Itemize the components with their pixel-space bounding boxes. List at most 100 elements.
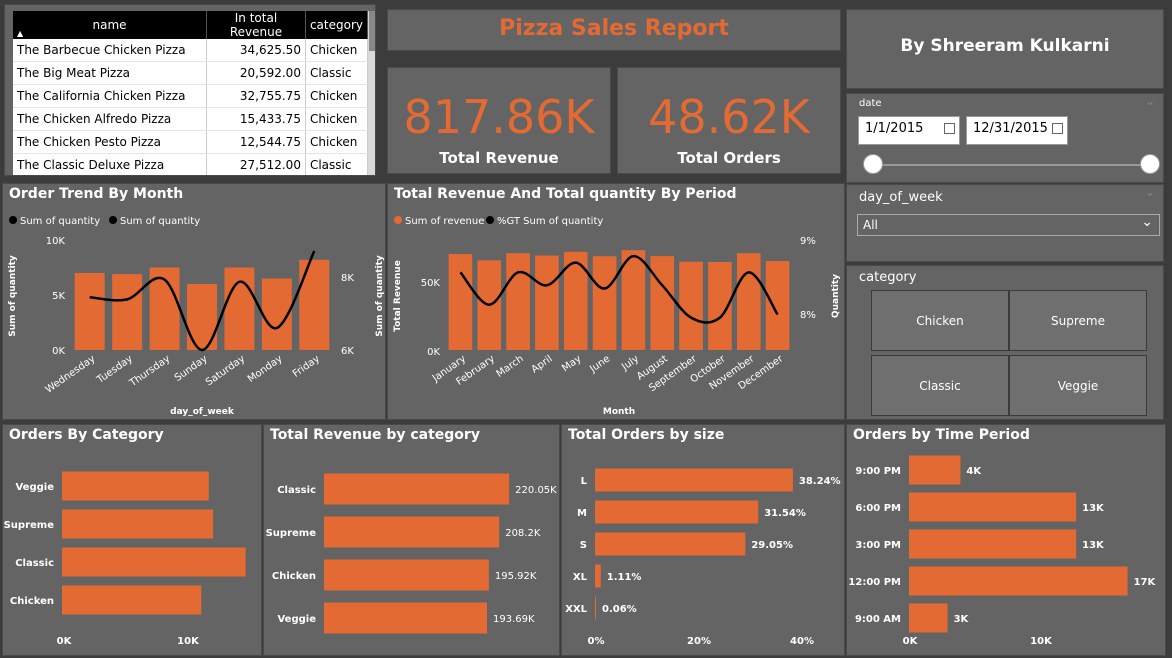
table-row[interactable]: The Barbecue Chicken Pizza 34,625.50 Chick… xyxy=(13,39,368,62)
order-trend-chart: Order Trend By Month Sum of quantity Sum … xyxy=(2,183,386,420)
orders-by-category-chart: Orders By Category Veggie Supreme Classic C… xyxy=(2,424,262,656)
cell-category: Classic xyxy=(305,153,368,175)
cell-revenue: 20,592.00 xyxy=(206,61,306,85)
date-range-start-handle[interactable] xyxy=(863,154,883,174)
calendar-icon[interactable] xyxy=(944,123,955,134)
x-tick-label: 0K xyxy=(57,636,73,647)
chevron-down-icon[interactable]: ⌄ xyxy=(1141,214,1153,230)
legend-marker xyxy=(109,216,117,224)
x-tick-label: May xyxy=(560,353,583,374)
bar xyxy=(62,547,246,577)
table-row[interactable]: The Chicken Alfredo Pizza 15,433.75 Chicke… xyxy=(13,107,368,131)
y2-tick-label: 9% xyxy=(800,236,816,247)
bar xyxy=(679,261,703,350)
data-label: 220.05K xyxy=(515,485,557,496)
pizza-revenue-table[interactable]: name ▲ In total Revenue category The Bar… xyxy=(13,11,368,175)
category-label: Classic xyxy=(277,485,316,496)
legend-marker xyxy=(394,216,402,224)
x-tick-label: June xyxy=(587,353,612,375)
data-label: 13K xyxy=(1082,540,1105,551)
bar xyxy=(909,603,948,633)
kpi-revenue-card: 817.86K Total Revenue xyxy=(387,67,611,174)
category-label: Veggie xyxy=(277,614,316,625)
category-button-veggie[interactable]: Veggie xyxy=(1009,355,1147,416)
orders-by-time-chart: Orders by Time Period 9:00 PM 4K 6:00 PM 13… xyxy=(846,424,1166,656)
y2-tick-label: 8% xyxy=(800,310,816,321)
bar xyxy=(324,516,500,548)
x-tick-label: Saturday xyxy=(204,353,247,388)
cell-name: The California Chicken Pizza xyxy=(13,84,207,108)
date-range-track[interactable] xyxy=(873,164,1151,166)
bar xyxy=(324,602,488,634)
dow-slicer-label: day_of_week xyxy=(859,190,943,205)
table-scrollbar[interactable] xyxy=(368,11,375,175)
cell-name: The Chicken Alfredo Pizza xyxy=(13,107,207,131)
y-axis-title: Total Revenue xyxy=(393,260,403,332)
legend-label: Sum of revenue xyxy=(405,216,484,227)
x-tick-label: 0% xyxy=(588,636,605,647)
category-label: M xyxy=(577,508,587,519)
x-tick-label: 40% xyxy=(790,636,814,647)
category-label: Veggie xyxy=(15,482,54,493)
date-slicer: date ⌄ 1/1/2015 12/31/2015 xyxy=(846,93,1164,183)
category-label: 9:00 PM xyxy=(855,466,901,477)
pizza-table-panel: name ▲ In total Revenue category The Bar… xyxy=(4,4,376,176)
date-range-end-handle[interactable] xyxy=(1140,154,1160,174)
table-row[interactable]: The Classic Deluxe Pizza 27,512.00 Classic xyxy=(13,153,368,175)
start-date-input[interactable]: 1/1/2015 xyxy=(858,116,960,145)
category-label: 9:00 AM xyxy=(855,614,901,625)
legend-marker xyxy=(9,216,17,224)
cell-revenue: 27,512.00 xyxy=(206,153,306,175)
x-tick-label: 0K xyxy=(903,636,919,647)
column-header-name[interactable]: name ▲ xyxy=(13,11,207,39)
scrollbar-thumb[interactable] xyxy=(369,11,375,51)
legend-marker xyxy=(486,216,494,224)
cell-name: The Big Meat Pizza xyxy=(13,61,207,85)
data-label: 193.69K xyxy=(493,614,535,625)
category-label: Chicken xyxy=(10,596,54,607)
data-label: 4K xyxy=(966,466,982,477)
dow-dropdown[interactable]: All ⌄ xyxy=(857,214,1160,236)
chevron-down-icon[interactable]: ⌄ xyxy=(1145,94,1155,108)
category-button-chicken[interactable]: Chicken xyxy=(871,290,1009,351)
bar xyxy=(595,564,601,588)
author-name: By Shreeram Kulkarni xyxy=(900,36,1110,56)
category-button-classic[interactable]: Classic xyxy=(871,355,1009,416)
bar xyxy=(909,455,961,485)
bar xyxy=(765,261,790,350)
bar xyxy=(506,253,530,350)
category-label: Supreme xyxy=(266,528,317,539)
kpi-orders-label: Total Orders xyxy=(677,149,781,167)
table-row[interactable]: The California Chicken Pizza 32,755.75 Chi… xyxy=(13,84,368,108)
calendar-icon[interactable] xyxy=(1052,123,1063,134)
data-label: 0.06% xyxy=(602,604,637,615)
bar xyxy=(62,585,202,615)
column-header-revenue[interactable]: In total Revenue xyxy=(206,11,306,39)
category-button-supreme[interactable]: Supreme xyxy=(1009,290,1147,351)
bar xyxy=(909,566,1128,596)
column-header-category[interactable]: category xyxy=(305,11,368,39)
bar xyxy=(324,473,510,505)
chevron-down-icon[interactable]: ⌄ xyxy=(1145,185,1155,199)
cell-revenue: 32,755.75 xyxy=(206,84,306,108)
x-tick-label: Wednesday xyxy=(44,353,98,395)
category-slicer-label: category xyxy=(859,270,917,285)
x-tick-label: April xyxy=(530,353,555,375)
y2-axis-title: Quantity xyxy=(831,274,841,318)
category-label: 6:00 PM xyxy=(855,503,901,514)
kpi-revenue-value: 817.86K xyxy=(403,90,595,144)
bar xyxy=(650,256,675,350)
cell-category: Chicken xyxy=(305,107,368,131)
bar xyxy=(909,529,1077,559)
table-row[interactable]: The Chicken Pesto Pizza 12,544.75 Chicken xyxy=(13,130,368,154)
category-label: XL xyxy=(573,572,588,583)
bar xyxy=(595,500,759,524)
category-label: L xyxy=(581,476,588,487)
bar xyxy=(535,255,559,350)
x-axis-title: Month xyxy=(603,407,635,417)
end-date-input[interactable]: 12/31/2015 xyxy=(966,116,1068,145)
table-row[interactable]: The Big Meat Pizza 20,592.00 Classic xyxy=(13,61,368,85)
orders-by-size-chart: Total Orders by size L 38.24% M 31.54% S 29.0… xyxy=(561,424,845,656)
bar xyxy=(299,259,330,350)
cell-category: Chicken xyxy=(305,130,368,154)
